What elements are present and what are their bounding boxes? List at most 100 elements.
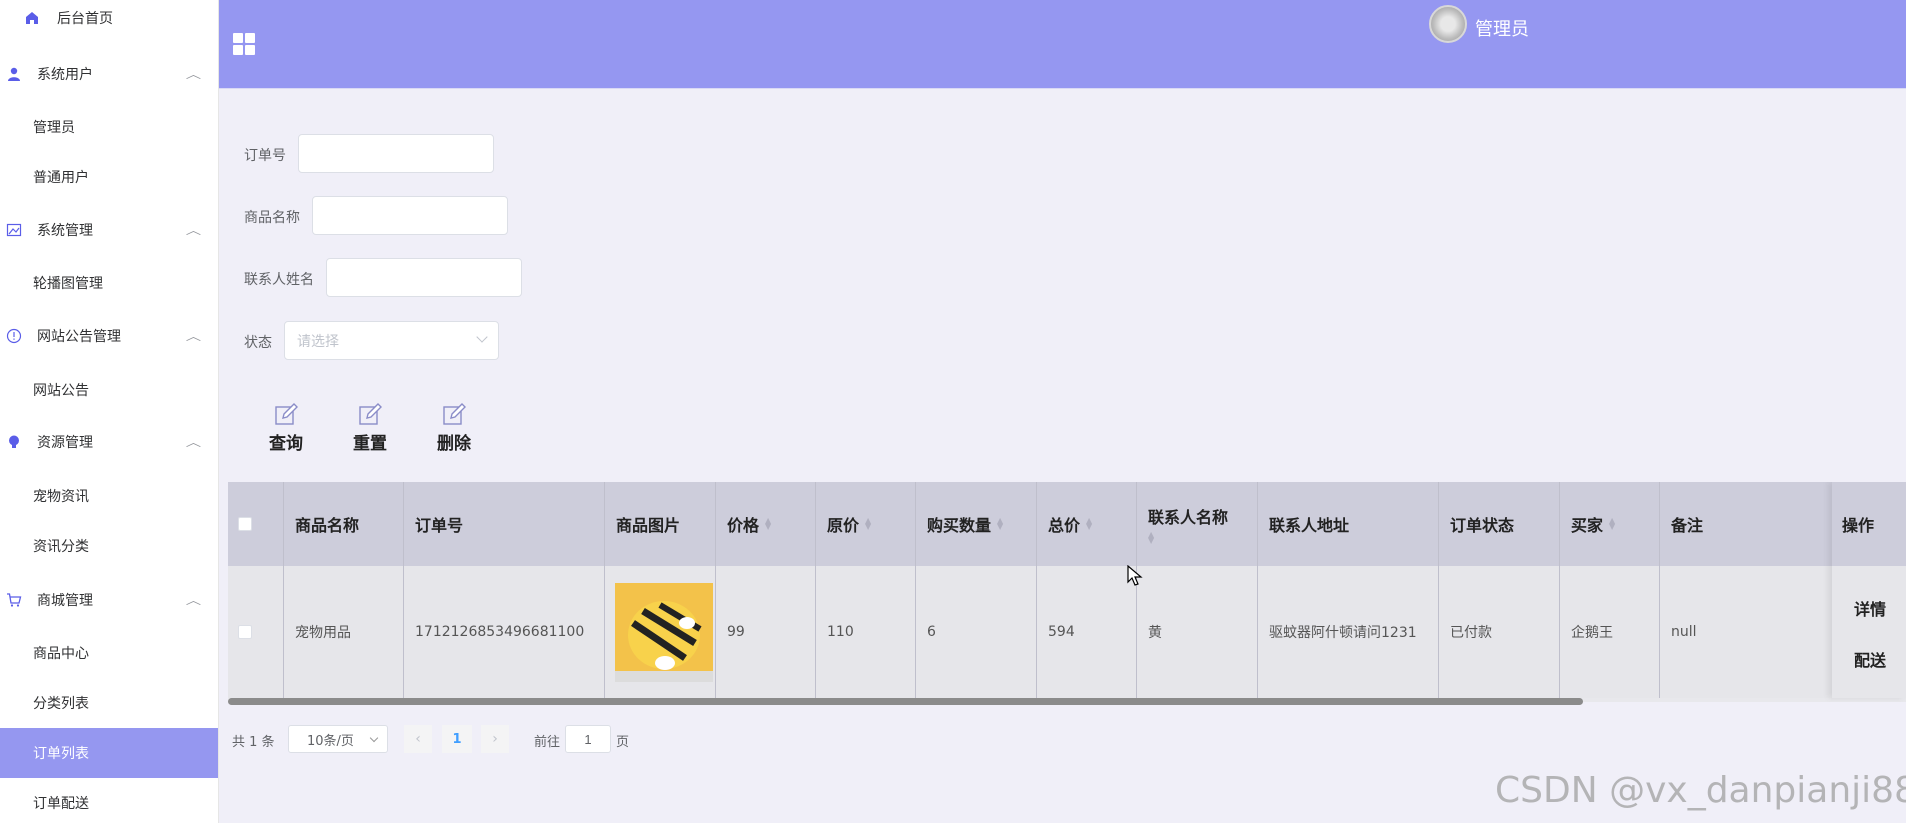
watermark: CSDN @vx_danpianji889: [1495, 770, 1906, 811]
select-all-checkbox[interactable]: [238, 517, 252, 531]
home-icon: [24, 10, 40, 26]
status-label: 状态: [244, 335, 272, 351]
chevron-up-icon: ︿: [185, 436, 202, 449]
row-select-cell: [228, 566, 284, 698]
contact-name-input[interactable]: [326, 258, 522, 297]
reset-label: 重置: [353, 434, 387, 454]
sidebar-item-label: 宠物资讯: [33, 489, 89, 505]
sidebar-item-label: 商品中心: [33, 646, 89, 662]
sidebar-item-order-list[interactable]: 订单列表: [0, 728, 218, 778]
page-number-current[interactable]: 1: [442, 725, 472, 753]
header-buyer[interactable]: 买家 ▲ ▼: [1560, 482, 1660, 566]
sort-icon[interactable]: ▲ ▼: [865, 517, 871, 531]
status-select[interactable]: 请选择: [284, 321, 499, 360]
chevron-up-icon: ︿: [185, 594, 202, 607]
menu-system-management[interactable]: 系统管理 ︿: [0, 205, 218, 255]
picture-icon: [6, 222, 22, 238]
menu-notice-management[interactable]: 网站公告管理 ︿: [0, 311, 218, 361]
detail-button[interactable]: 详情: [1854, 596, 1886, 620]
header-total[interactable]: 总价 ▲ ▼: [1037, 482, 1137, 566]
sidebar-item-label: 轮播图管理: [33, 276, 103, 292]
cell-order-status: 已付款: [1439, 566, 1560, 698]
sidebar: 后台首页 系统用户 ︿ 管理员 普通用户 系统管理 ︿ 轮播图管理 网站公告管理…: [0, 0, 219, 823]
sidebar-item-users[interactable]: 普通用户: [0, 152, 218, 202]
page-suffix: 页: [616, 735, 630, 750]
avatar[interactable]: [1429, 5, 1467, 43]
header-operations: 操作: [1832, 482, 1906, 566]
sidebar-item-label: 管理员: [33, 120, 75, 136]
cell-total: 594: [1037, 566, 1137, 698]
goto-page-input[interactable]: [565, 725, 611, 753]
goto-label: 前往: [534, 735, 561, 750]
page-size-select[interactable]: 10条/页: [288, 725, 388, 753]
bulb-icon: [6, 434, 22, 450]
header-contact-name[interactable]: 联系人名称 ▲ ▼: [1137, 482, 1258, 566]
reset-button[interactable]: 重置: [340, 403, 400, 455]
header-product-name: 商品名称: [284, 482, 404, 566]
header-price[interactable]: 价格 ▲ ▼: [716, 482, 816, 566]
sort-icon[interactable]: ▲ ▼: [997, 517, 1003, 531]
order-no-input[interactable]: [298, 134, 494, 173]
table-row: 宠物用品 1712126853496681100 99 110 6 594 黄 …: [228, 566, 1906, 698]
header-total-label: 总价: [1048, 516, 1081, 535]
sort-icon[interactable]: ▲ ▼: [765, 517, 771, 531]
operations-column: 操作 详情 配送: [1832, 482, 1906, 698]
edit-icon: [443, 403, 466, 425]
order-table: 商品名称 订单号 商品图片 价格 ▲ ▼ 原价 ▲ ▼ 购买数量 ▲ ▼ 总价 ▲ ▼ 联系人名…: [228, 482, 1906, 702]
menu-mall-management[interactable]: 商城管理 ︿: [0, 575, 218, 625]
header-quantity[interactable]: 购买数量 ▲ ▼: [916, 482, 1037, 566]
product-name-input[interactable]: [312, 196, 508, 235]
chevron-up-icon: ︿: [185, 68, 202, 81]
row-checkbox[interactable]: [238, 625, 252, 639]
sidebar-item-label: 订单列表: [33, 746, 89, 762]
user-icon: [6, 66, 22, 82]
menu-notice-management-label: 网站公告管理: [37, 329, 121, 345]
cell-remark: null: [1671, 624, 1697, 640]
chevron-up-icon: ︿: [185, 330, 202, 343]
menu-system-users[interactable]: 系统用户 ︿: [0, 49, 218, 99]
menu-resource-management-label: 资源管理: [37, 435, 93, 451]
sort-icon[interactable]: ▲ ▼: [1086, 517, 1092, 531]
sidebar-item-product-center[interactable]: 商品中心: [0, 628, 218, 678]
prev-page-button[interactable]: ‹: [404, 725, 432, 753]
deliver-button[interactable]: 配送: [1854, 647, 1886, 671]
mouse-cursor-icon: [1127, 565, 1143, 586]
horizontal-scrollbar[interactable]: [228, 698, 1583, 705]
top-header: 管理员: [219, 0, 1906, 89]
product-image[interactable]: [615, 582, 713, 682]
header-quantity-label: 购买数量: [927, 516, 992, 535]
cell-product-image: [605, 566, 716, 698]
menu-home[interactable]: 后台首页: [0, 0, 218, 43]
header-original-price[interactable]: 原价 ▲ ▼: [816, 482, 916, 566]
contact-name-label: 联系人姓名: [244, 272, 314, 288]
user-name[interactable]: 管理员: [1475, 15, 1529, 41]
sidebar-item-notice[interactable]: 网站公告: [0, 365, 218, 415]
table-header: 商品名称 订单号 商品图片 价格 ▲ ▼ 原价 ▲ ▼ 购买数量 ▲ ▼ 总价 ▲ ▼ 联系人名…: [228, 482, 1906, 566]
cell-buyer: 企鹅王: [1560, 566, 1660, 698]
cell-original-price: 110: [816, 566, 916, 698]
info-icon: [6, 328, 22, 344]
edit-icon: [275, 403, 298, 425]
sidebar-item-label: 资讯分类: [33, 539, 89, 555]
sidebar-item-label: 分类列表: [33, 696, 89, 712]
page-size-value: 10条/页: [307, 733, 354, 749]
header-product-image: 商品图片: [605, 482, 716, 566]
sidebar-item-carousel[interactable]: 轮播图管理: [0, 258, 218, 308]
cell-contact-address: 驱蚊器阿什顿请问1231: [1258, 566, 1439, 698]
next-page-button[interactable]: ›: [481, 725, 509, 753]
cell-price: 99: [716, 566, 816, 698]
sidebar-item-order-delivery[interactable]: 订单配送: [0, 778, 218, 823]
delete-label: 删除: [437, 434, 471, 454]
menu-resource-management[interactable]: 资源管理 ︿: [0, 417, 218, 467]
delete-button[interactable]: 删除: [424, 403, 484, 455]
product-name-label: 商品名称: [244, 210, 300, 226]
sidebar-item-admin[interactable]: 管理员: [0, 102, 218, 152]
query-button[interactable]: 查询: [256, 403, 316, 455]
sort-icon[interactable]: ▲ ▼: [1609, 517, 1615, 531]
menu-toggle-icon[interactable]: [233, 33, 255, 55]
sidebar-item-news-category[interactable]: 资讯分类: [0, 521, 218, 571]
sidebar-item-pet-news[interactable]: 宠物资讯: [0, 471, 218, 521]
sort-icon[interactable]: ▲ ▼: [1148, 531, 1154, 545]
sidebar-item-category-list[interactable]: 分类列表: [0, 678, 218, 728]
menu-mall-management-label: 商城管理: [37, 593, 93, 609]
